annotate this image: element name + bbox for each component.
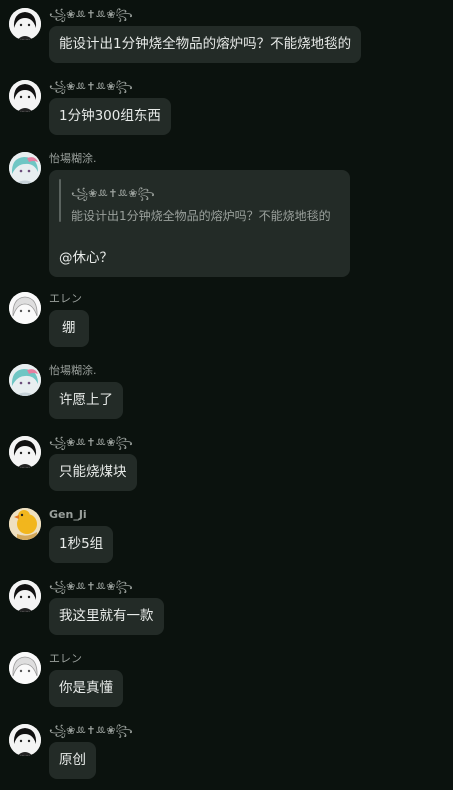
avatar-anime-black-hair-icon[interactable] — [9, 436, 41, 468]
chat-message-list: ꧁❀ꔛ✝ꔛ❀꧂ 能设计出1分钟烧全物品的熔炉吗？不能烧地毯的 ꧁❀ꔛ✝ꔛ❀꧂ 1… — [0, 0, 453, 790]
message-bubble[interactable]: 许愿上了 — [49, 382, 123, 419]
message-bubble[interactable]: 原创 — [49, 742, 96, 779]
message-text: @休心？ — [59, 250, 113, 266]
sender-name: Gen_Ji — [49, 508, 87, 521]
avatar-anime-black-hair-icon[interactable] — [9, 8, 41, 40]
quoted-message-text[interactable]: 能设计出1分钟烧全物品的熔炉吗？不能烧地毯的 — [71, 207, 331, 224]
avatar-anime-black-hair-icon[interactable] — [9, 580, 41, 612]
avatar-anime-white-hair-icon[interactable] — [9, 292, 41, 324]
message-bubble[interactable]: 绷 — [49, 310, 89, 347]
message-bubble[interactable]: 只能烧煤块 — [49, 454, 137, 491]
avatar-yellow-duck-icon[interactable] — [9, 508, 41, 540]
sender-name: ꧁❀ꔛ✝ꔛ❀꧂ — [49, 436, 133, 449]
sender-name: ꧁❀ꔛ✝ꔛ❀꧂ — [49, 80, 133, 93]
sender-name: ꧁❀ꔛ✝ꔛ❀꧂ — [49, 580, 133, 593]
avatar-anime-black-hair-icon[interactable] — [9, 724, 41, 756]
sender-name: エレン — [49, 652, 82, 665]
message-bubble[interactable]: 能设计出1分钟烧全物品的熔炉吗？不能烧地毯的 — [49, 26, 362, 63]
sender-name: ꧁❀ꔛ✝ꔛ❀꧂ — [49, 8, 133, 21]
sender-name: エレン — [49, 292, 82, 305]
avatar-anime-white-hair-icon[interactable] — [9, 652, 41, 684]
message-bubble[interactable]: 1分钟300组东西 — [49, 98, 171, 135]
reply-message-bubble[interactable]: ꧁❀ꔛ✝ꔛ❀꧂ 能设计出1分钟烧全物品的熔炉吗？不能烧地毯的 @休心？ — [49, 170, 350, 277]
sender-name: ꧁❀ꔛ✝ꔛ❀꧂ — [49, 724, 133, 737]
avatar-anime-colorful-hair-icon[interactable] — [9, 364, 41, 396]
avatar-anime-black-hair-icon[interactable] — [9, 80, 41, 112]
sender-name: 怡場糊涂. — [49, 152, 97, 165]
message-bubble[interactable]: 你是真懂 — [49, 670, 123, 707]
quote-bar — [59, 179, 61, 222]
message-bubble[interactable]: 1秒5组 — [49, 526, 114, 563]
quoted-sender-name: ꧁❀ꔛ✝ꔛ❀꧂ — [71, 187, 155, 200]
avatar-anime-colorful-hair-icon[interactable] — [9, 152, 41, 184]
message-bubble[interactable]: 我这里就有一款 — [49, 598, 164, 635]
sender-name: 怡場糊涂. — [49, 364, 97, 377]
